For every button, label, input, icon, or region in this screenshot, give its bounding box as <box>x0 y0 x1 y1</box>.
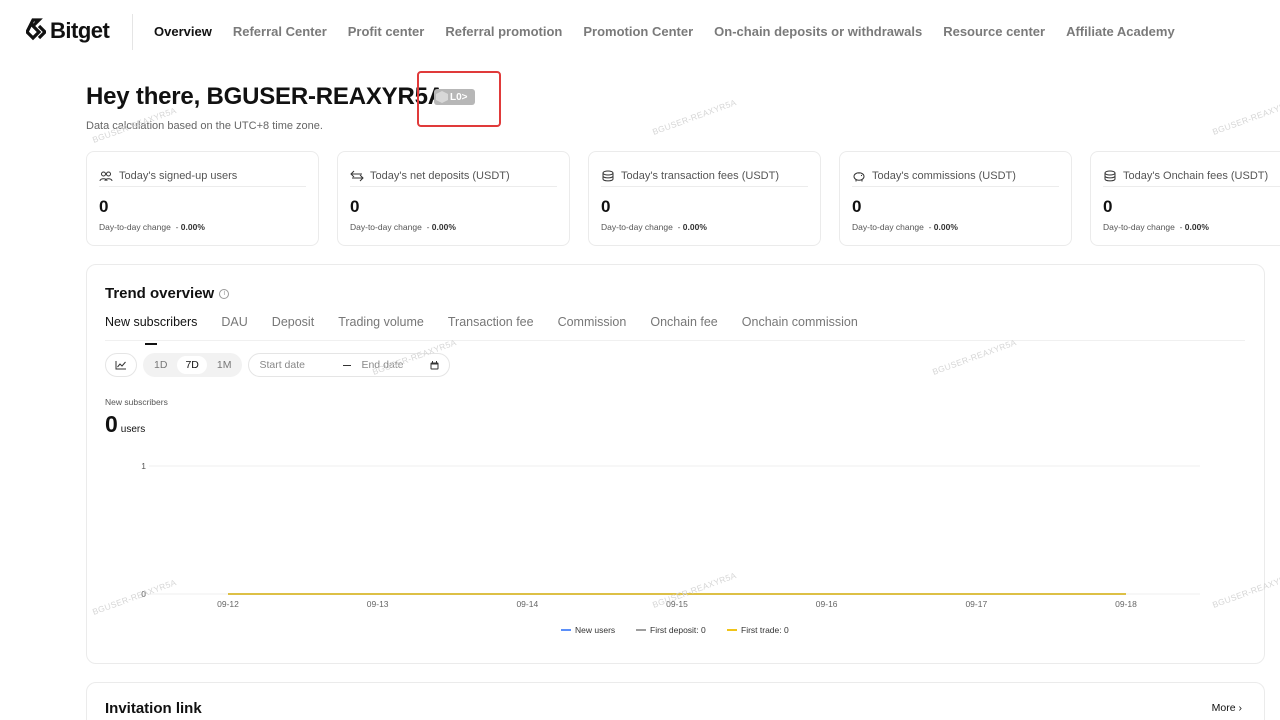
stat-change-value: 0.00% <box>682 222 707 232</box>
main-nav: Overview Referral Center Profit center Refe… <box>154 24 1175 39</box>
stat-value: 0 <box>99 197 109 216</box>
nav-item-profit-center[interactable]: Profit center <box>348 24 425 39</box>
stat-change-value: 0.00% <box>431 222 456 232</box>
invitation-link-panel: Invitation link More › <box>86 682 1265 720</box>
x-tick-label: 09-14 <box>516 599 538 609</box>
stat-value: 0 <box>852 197 862 216</box>
stat-card: Today's commissions (USDT) 0 Day-to-day ch… <box>839 151 1072 246</box>
stat-card-header: Today's commissions (USDT) <box>852 165 1059 187</box>
x-tick-label: 09-18 <box>1115 599 1137 609</box>
nav-divider <box>132 14 133 50</box>
stat-change: Day-to-day change - 0.00% <box>1103 222 1209 232</box>
top-navigation-bar: Bitget Overview Referral Center Profit cen… <box>0 0 1280 64</box>
piggy-bank-icon <box>852 170 866 182</box>
brand-name: Bitget <box>50 18 110 43</box>
stat-card-header: Today's transaction fees (USDT) <box>601 165 808 187</box>
stat-change: Day-to-day change - 0.00% <box>99 222 205 232</box>
dash-icon: - <box>175 222 179 232</box>
x-tick-label: 09-12 <box>217 599 239 609</box>
nav-item-overview[interactable]: Overview <box>154 24 212 39</box>
stat-value: 0 <box>601 197 611 216</box>
stat-label: Today's signed-up users <box>119 169 238 182</box>
nav-item-promotion-center[interactable]: Promotion Center <box>583 24 693 39</box>
nav-item-on-chain-deposits-or-withdrawals[interactable]: On-chain deposits or withdrawals <box>714 24 922 39</box>
x-tick-label: 09-17 <box>965 599 987 609</box>
stat-value: 0 <box>1103 197 1113 216</box>
users-icon <box>99 170 113 182</box>
coin-stack-icon <box>601 170 615 182</box>
bitget-logo-icon <box>26 18 46 41</box>
dash-icon: - <box>426 222 430 232</box>
trend-overview-panel: Trend overview i New subscribers DAU Depos… <box>86 264 1265 664</box>
nav-item-referral-center[interactable]: Referral Center <box>233 24 327 39</box>
x-tick-label: 09-13 <box>367 599 389 609</box>
legend-label: First trade: 0 <box>741 625 789 635</box>
stat-card-header: Today's signed-up users <box>99 165 306 187</box>
stat-card: Today's Onchain fees (USDT) 0 Day-to-day c… <box>1090 151 1280 246</box>
stat-label: Today's transaction fees (USDT) <box>621 169 779 182</box>
stat-change-label: Day-to-day change <box>350 222 422 232</box>
trend-line-chart: 0 1 09-12 09-13 09-14 09-15 09-16 09-17 09-18 New… <box>141 461 1200 635</box>
timezone-note: Data calculation based on the UTC+8 time… <box>86 120 323 132</box>
nav-item-affiliate-academy[interactable]: Affiliate Academy <box>1066 24 1175 39</box>
stat-change-label: Day-to-day change <box>601 222 673 232</box>
bitget-logo[interactable]: Bitget <box>26 18 110 44</box>
x-tick-label: 09-15 <box>666 599 688 609</box>
stat-card: Today's signed-up users 0 Day-to-day chang… <box>86 151 319 246</box>
invitation-title: Invitation link <box>105 700 202 717</box>
stat-label: Today's net deposits (USDT) <box>370 169 510 182</box>
stat-change-label: Day-to-day change <box>852 222 924 232</box>
stat-change: Day-to-day change - 0.00% <box>601 222 707 232</box>
nav-item-resource-center[interactable]: Resource center <box>943 24 1045 39</box>
stat-card-header: Today's net deposits (USDT) <box>350 165 557 187</box>
legend-label: New users <box>575 625 615 635</box>
stat-change-value: 0.00% <box>180 222 205 232</box>
watermark: BGUSER-REAXYR5A <box>650 97 738 137</box>
stat-label: Today's Onchain fees (USDT) <box>1123 169 1269 182</box>
stat-change-label: Day-to-day change <box>99 222 171 232</box>
y-tick-label: 1 <box>141 461 146 471</box>
stat-change: Day-to-day change - 0.00% <box>350 222 456 232</box>
greeting-title: Hey there, BGUSER-REAXYR5A <box>86 83 445 110</box>
dash-icon: - <box>1179 222 1183 232</box>
stat-value: 0 <box>350 197 360 216</box>
stat-card: Today's net deposits (USDT) 0 Day-to-day c… <box>337 151 570 246</box>
nav-item-referral-promotion[interactable]: Referral promotion <box>445 24 562 39</box>
y-tick-label: 0 <box>141 589 146 599</box>
stat-change-value: 0.00% <box>933 222 958 232</box>
dash-icon: - <box>677 222 681 232</box>
transfer-arrows-icon <box>350 170 364 182</box>
stat-label: Today's commissions (USDT) <box>872 169 1016 182</box>
dash-icon: - <box>928 222 932 232</box>
stat-change: Day-to-day change - 0.00% <box>852 222 958 232</box>
x-tick-label: 09-16 <box>816 599 838 609</box>
watermark: BGUSER-REAXYR5A <box>1210 97 1280 137</box>
stat-card: Today's transaction fees (USDT) 0 Day-to-d… <box>588 151 821 246</box>
stat-change-value: 0.00% <box>1184 222 1209 232</box>
coin-stack-icon <box>1103 170 1117 182</box>
more-link[interactable]: More › <box>1212 702 1242 714</box>
level-badge-highlight <box>417 71 501 127</box>
stat-change-label: Day-to-day change <box>1103 222 1175 232</box>
legend-label: First deposit: 0 <box>650 625 706 635</box>
stat-card-header: Today's Onchain fees (USDT) <box>1103 165 1280 187</box>
